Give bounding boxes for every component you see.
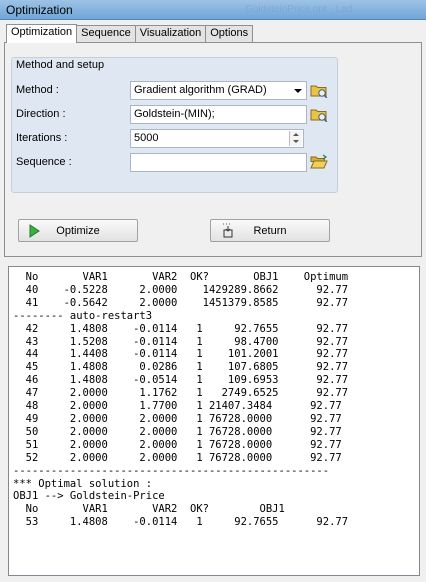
optimize-button-label: Optimize	[56, 225, 100, 237]
arrow-up-icon[interactable]	[293, 133, 299, 136]
optimization-tab-panel: Method and setup Method : Gradient algor…	[4, 42, 422, 257]
return-button[interactable]: Return	[210, 219, 330, 242]
output-line: OBJ1 --> Goldstein-Price	[13, 490, 165, 503]
output-line: 53 1.4808 -0.0114 1 92.7655 92.77	[13, 516, 349, 529]
arrow-down-icon[interactable]	[293, 140, 299, 143]
folder-icon[interactable]	[310, 82, 328, 99]
title-bar: Optimization GoldsteinPrice.opt - Lad	[0, 0, 426, 20]
output-line: 42 1.4808 -0.0114 1 92.7655 92.77	[13, 322, 349, 335]
output-line: 49 2.0000 2.0000 1 76728.0000 92.77	[13, 412, 342, 425]
direction-value: Goldstein-(MIN);	[134, 108, 215, 120]
output-line: *** Optimal solution :	[13, 477, 153, 490]
results-text: No VAR1 VAR2 OK? OBJ1 Optimum 40 -0.5228…	[13, 271, 348, 529]
iterations-stepper[interactable]: 5000	[130, 129, 304, 148]
sequence-label: Sequence :	[16, 156, 72, 168]
output-line: 41 -0.5642 2.0000 1451379.8585 92.77	[13, 296, 349, 309]
chevron-down-icon	[294, 89, 302, 93]
output-line: 40 -0.5228 2.0000 1429289.8662 92.77	[13, 283, 349, 296]
output-line: No VAR1 VAR2 OK? OBJ1 Optimum	[13, 271, 349, 283]
output-line: 43 1.5208 -0.0114 1 98.4700 92.77	[13, 335, 349, 348]
output-line: 51 2.0000 2.0000 1 76728.0000 92.77	[13, 438, 342, 451]
tab-options[interactable]: Options	[205, 25, 254, 43]
iterations-value: 5000	[134, 132, 159, 144]
direction-field[interactable]: Goldstein-(MIN);	[130, 105, 307, 124]
direction-label: Direction :	[16, 108, 66, 120]
method-label: Method :	[16, 84, 59, 96]
tab-bar: Optimization Sequence Visualization Opti…	[6, 24, 254, 43]
folder-icon[interactable]	[310, 106, 328, 123]
window-title: Optimization	[6, 3, 73, 17]
output-line: No VAR1 VAR2 OK? OBJ1	[13, 503, 285, 516]
method-select[interactable]: Gradient algorithm (GRAD)	[130, 81, 307, 100]
optimize-button[interactable]: Optimize	[18, 219, 138, 242]
output-line: 48 2.0000 1.7700 1 21407.3484 92.77	[13, 400, 342, 413]
tab-sequence[interactable]: Sequence	[76, 25, 136, 43]
output-line: 46 1.4808 -0.0514 1 109.6953 92.77	[13, 374, 349, 387]
output-line: 52 2.0000 2.0000 1 76728.0000 92.77	[13, 451, 342, 464]
iterations-label: Iterations :	[16, 132, 68, 144]
tab-optimization[interactable]: Optimization	[6, 24, 78, 43]
output-line: 45 1.4808 0.0286 1 107.6805 92.77	[13, 361, 349, 374]
tab-visualization[interactable]: Visualization	[134, 25, 207, 43]
output-line: -------- auto-restart3	[13, 309, 153, 322]
background-window-title: GoldsteinPrice.opt - Lad	[245, 4, 353, 15]
sequence-field[interactable]	[130, 153, 307, 172]
output-line: 50 2.0000 2.0000 1 76728.0000 92.77	[13, 425, 342, 438]
results-output[interactable]: No VAR1 VAR2 OK? OBJ1 Optimum 40 -0.5228…	[8, 266, 420, 576]
output-line: ----------------------------------------…	[13, 464, 330, 477]
method-value: Gradient algorithm (GRAD)	[134, 84, 267, 96]
output-line: 44 1.4408 -0.0114 1 101.2001 92.77	[13, 348, 349, 361]
spin-buttons[interactable]	[289, 131, 302, 146]
open-folder-icon[interactable]	[310, 154, 328, 170]
method-setup-group: Method and setup Method : Gradient algor…	[11, 57, 338, 193]
output-line: 47 2.0000 1.1762 1 2749.6525 92.77	[13, 387, 349, 400]
method-setup-title: Method and setup	[16, 59, 105, 71]
return-button-label: Return	[253, 225, 287, 237]
